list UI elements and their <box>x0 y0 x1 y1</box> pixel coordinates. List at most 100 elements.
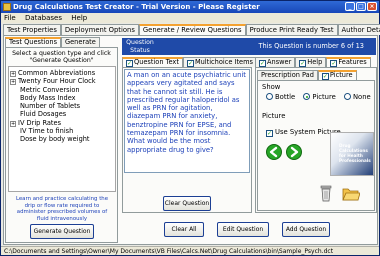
tab-test-questions[interactable]: Test Questions <box>5 37 62 47</box>
expand-icon[interactable]: + <box>10 71 16 77</box>
radio-icon <box>266 93 273 100</box>
tab-multichoice-label: Multichoice Items <box>194 58 253 66</box>
expand-icon[interactable]: + <box>10 120 16 127</box>
show-options: Bottle Picture None <box>266 93 376 101</box>
tab-question-text-label: Question Text <box>134 58 179 66</box>
picture-label: Picture <box>262 112 286 120</box>
radio-picture[interactable]: Picture <box>303 93 336 101</box>
tree-item[interactable]: + Twenty Four Hour Clock <box>9 77 115 86</box>
left-tabs: Test Questions Generate <box>5 37 100 47</box>
question-status-label: Question Status <box>122 38 158 55</box>
app-window: Drug Calculations Test Creator - Trial V… <box>0 0 380 256</box>
question-type-tree[interactable]: + Common Abbreviations + Twenty Four Hour … <box>8 66 116 192</box>
previous-picture-button[interactable] <box>266 144 282 160</box>
app-icon <box>3 3 11 11</box>
trash-icon[interactable] <box>320 185 332 202</box>
menu-databases[interactable]: Databases <box>25 14 62 22</box>
tab-answer-label: Answer <box>267 58 292 66</box>
feature-tabs: Prescription Pad ✓ Picture <box>257 70 357 80</box>
tab-multichoice-items[interactable]: ✓ Multichoice Items <box>182 57 257 67</box>
tab-author-details[interactable]: Author Details <box>337 24 380 35</box>
generate-question-button[interactable]: Generate Question <box>30 224 94 239</box>
question-type-description: Learn and practice calculating the drip … <box>15 196 109 222</box>
radio-picture-label: Picture <box>312 93 336 101</box>
tab-produce-print[interactable]: Produce Print Ready Test <box>245 24 338 35</box>
tab-test-properties[interactable]: Test Properties <box>3 24 61 35</box>
tab-features-label: Features <box>338 58 367 66</box>
left-panel: Select a question type and click "Genera… <box>5 47 118 243</box>
tab-deployment-options[interactable]: Deployment Options <box>60 24 139 35</box>
open-folder-icon[interactable] <box>342 186 361 201</box>
main-tabs: Test Properties Deployment Options Gener… <box>3 24 380 35</box>
radio-bottle[interactable]: Bottle <box>266 93 295 101</box>
radio-icon <box>343 93 351 100</box>
tab-generate[interactable]: Generate <box>61 37 100 47</box>
tree-item-label: IV Drip Rates <box>18 118 62 127</box>
edit-question-button[interactable]: Edit Question <box>217 222 269 237</box>
tree-item-label: Body Mass Index <box>20 93 76 102</box>
question-status-text: This Question is number 6 of 13 <box>158 38 376 55</box>
question-textarea[interactable]: A man on an acute psychiatric unit appea… <box>124 69 250 173</box>
menu-file[interactable]: File <box>4 14 16 22</box>
tab-help[interactable]: ✓ Help <box>295 57 327 67</box>
tree-item[interactable]: Dose by body weight <box>9 135 115 143</box>
check-icon: ✓ <box>321 73 329 80</box>
title-bar[interactable]: Drug Calculations Test Creator - Trial V… <box>1 1 379 13</box>
tree-item-label: Fluid Dosages <box>20 110 67 119</box>
clear-all-button[interactable]: Clear All <box>164 222 204 237</box>
check-icon: ✓ <box>126 60 133 67</box>
tree-item-label: Twenty Four Hour Clock <box>18 77 96 86</box>
picture-preview: Drug Calculations for Health Professiona… <box>330 132 374 176</box>
radio-icon <box>303 93 311 100</box>
tree-item-label: Common Abbreviations <box>18 69 96 77</box>
window-title: Drug Calculations Test Creator - Trial V… <box>13 3 260 11</box>
tab-answer[interactable]: ✓ Answer <box>255 57 296 67</box>
check-icon: ✓ <box>330 60 338 67</box>
left-instruction: Select a question type and click "Genera… <box>12 50 111 64</box>
tab-picture[interactable]: ✓ Picture <box>317 70 357 80</box>
show-label: Show <box>262 83 281 91</box>
check-icon: ✓ <box>299 60 307 67</box>
tree-item-label: Metric Conversion <box>20 85 80 94</box>
tab-prescription-pad[interactable]: Prescription Pad <box>257 70 318 80</box>
tab-question-text[interactable]: ✓ Question Text <box>122 57 183 67</box>
check-icon: ✓ <box>259 60 266 67</box>
features-panel: Prescription Pad ✓ Picture Show Bottle Pi… <box>255 67 377 213</box>
right-tabs: ✓ Answer ✓ Help ✓ Features <box>255 57 371 67</box>
tab-help-label: Help <box>307 58 323 66</box>
radio-bottle-label: Bottle <box>275 93 296 101</box>
picture-logo-title: Drug Calculations for Health Professiona… <box>339 143 371 163</box>
tree-item[interactable]: + Common Abbreviations <box>9 69 115 77</box>
next-picture-button[interactable] <box>286 144 302 160</box>
check-icon: ✓ <box>266 130 273 137</box>
close-button[interactable]: × <box>367 2 377 11</box>
picture-subpanel: Show Bottle Picture None Picture ✓ Use Sy… <box>257 80 375 211</box>
radio-none[interactable]: None <box>343 93 371 101</box>
tree-item[interactable]: Number of Tablets <box>9 102 115 110</box>
tree-item-label: IV Time to finish <box>20 127 74 136</box>
check-icon: ✓ <box>186 60 194 67</box>
clear-question-button[interactable]: Clear Question <box>163 196 211 211</box>
menu-help[interactable]: Help <box>71 14 87 22</box>
arrow-right-icon <box>290 146 299 158</box>
menu-bar: File Databases Help <box>1 13 379 23</box>
minimize-button[interactable]: _ <box>345 2 355 11</box>
question-text-panel: A man on an acute psychiatric unit appea… <box>122 67 252 213</box>
tab-generate-review[interactable]: Generate / Review Questions <box>138 24 246 35</box>
radio-none-label: None <box>352 93 371 101</box>
tab-features[interactable]: ✓ Features <box>326 57 371 67</box>
status-bar: C:\Documents and Settings\Owner\My Docum… <box>1 246 379 255</box>
arrow-left-icon <box>269 146 278 158</box>
tree-item[interactable]: IV Time to finish <box>9 127 115 135</box>
tree-item[interactable]: Fluid Dosages <box>9 110 115 118</box>
tree-item[interactable]: + IV Drip Rates <box>9 119 115 127</box>
add-question-button[interactable]: Add Question <box>282 222 330 237</box>
tree-item[interactable]: Metric Conversion <box>9 86 115 94</box>
expand-icon[interactable]: + <box>10 79 16 86</box>
tree-item-label: Number of Tablets <box>20 102 81 111</box>
maximize-button[interactable]: □ <box>356 2 366 11</box>
question-tabs: ✓ Question Text ✓ Multichoice Items <box>122 57 257 67</box>
tree-item-label: Dose by body weight <box>20 135 90 144</box>
tree-item[interactable]: Body Mass Index <box>9 94 115 102</box>
tab-picture-label: Picture <box>329 71 353 79</box>
